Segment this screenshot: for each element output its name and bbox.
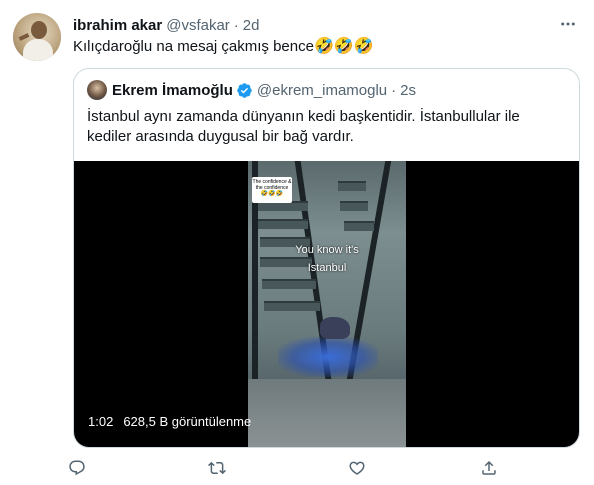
sticker-emojis: 🤣🤣🤣 — [260, 191, 284, 197]
tweet[interactable]: ibrahim akar @vsfakar · 2d Kılıçdaroğlu … — [0, 0, 594, 485]
rofl-emoji: 🤣 — [313, 38, 334, 55]
separator-dot: · — [233, 16, 239, 34]
video-duration: 1:02 — [88, 414, 114, 429]
more-icon — [561, 22, 575, 26]
rofl-emoji: 🤣 — [333, 38, 354, 55]
tweet-text: Kılıçdaroğlu na mesaj çakmış bence🤣🤣🤣 — [73, 37, 374, 57]
quoted-author-handle: @ekrem_imamoglu — [256, 81, 388, 99]
author-name[interactable]: ibrahim akar — [73, 17, 162, 34]
quoted-author-name: Ekrem İmamoğlu — [112, 81, 233, 99]
video-meta: 1:02 628,5 B görüntülenme — [88, 414, 251, 429]
tweet-text-body: Kılıçdaroğlu na mesaj çakmış bence — [73, 38, 314, 55]
overlay-line-1: You know it's — [295, 244, 359, 256]
video-view-count: 628,5 B görüntülenme — [123, 414, 252, 429]
retweet-button[interactable] — [205, 456, 229, 480]
video-overlay-caption: You know it's Istanbul — [248, 241, 406, 277]
video-player[interactable]: The confidence & the confidence 🤣🤣🤣 You … — [74, 161, 579, 447]
reply-button[interactable] — [65, 456, 89, 480]
like-icon — [349, 461, 365, 475]
overlay-line-2: Istanbul — [307, 262, 347, 274]
like-button[interactable] — [345, 456, 369, 480]
video-frame: The confidence & the confidence 🤣🤣🤣 You … — [248, 161, 406, 447]
quoted-tweet-header: Ekrem İmamoğlu @ekrem_imamoglu · 2s — [87, 80, 416, 100]
quoted-tweet[interactable]: Ekrem İmamoğlu @ekrem_imamoglu · 2s İsta… — [73, 68, 580, 448]
author-handle[interactable]: @vsfakar — [166, 17, 230, 34]
video-sticker: The confidence & the confidence 🤣🤣🤣 — [252, 177, 292, 203]
tweet-header: ibrahim akar @vsfakar · 2d — [73, 15, 259, 35]
share-icon — [482, 460, 496, 475]
cat-figure — [320, 317, 350, 339]
share-button[interactable] — [477, 456, 501, 480]
more-options-button[interactable] — [558, 14, 578, 34]
author-avatar[interactable] — [13, 13, 61, 61]
reply-icon — [69, 460, 85, 476]
quoted-tweet-timestamp: 2s — [400, 81, 416, 99]
rofl-emoji: 🤣 — [353, 38, 374, 55]
tweet-timestamp[interactable]: 2d — [243, 17, 260, 34]
quoted-tweet-text: İstanbul aynı zamanda dünyanın kedi başk… — [87, 108, 520, 145]
tweet-actions — [69, 456, 513, 480]
retweet-icon — [208, 461, 226, 475]
separator-dot: · — [391, 81, 397, 99]
verified-badge-icon — [237, 82, 252, 98]
quoted-author-avatar — [87, 80, 107, 100]
